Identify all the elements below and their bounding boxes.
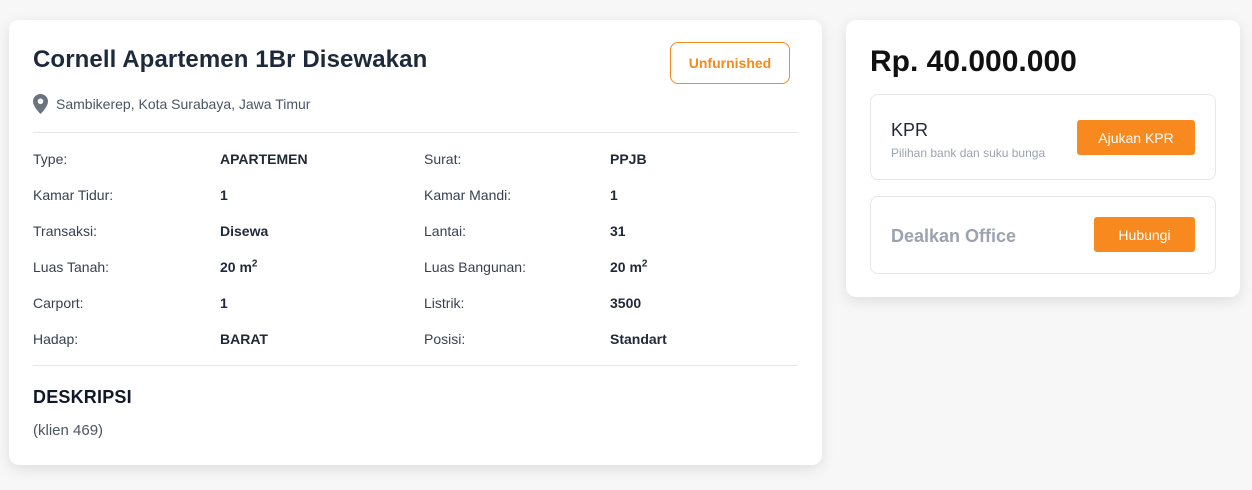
spec-value-text: BARAT — [220, 331, 268, 347]
spec-value-posisi: Standart — [610, 331, 667, 347]
listing-title: Cornell Apartemen 1Br Disewakan — [33, 46, 428, 73]
spec-value-text: Standart — [610, 331, 667, 347]
office-box: Dealkan Office Hubungi — [870, 196, 1216, 274]
spec-value-text: APARTEMEN — [220, 151, 308, 167]
spec-label-luas-tanah: Luas Tanah: — [33, 259, 110, 275]
spec-value-luas-tanah: 20 m2 — [220, 259, 257, 275]
spec-label-luas-bangunan: Luas Bangunan: — [424, 259, 526, 275]
spec-value-hadap: BARAT — [220, 331, 268, 347]
spec-value-text: 20 m — [610, 259, 642, 275]
spec-value-type: APARTEMEN — [220, 151, 308, 167]
spec-label-kamar-tidur: Kamar Tidur: — [33, 187, 114, 203]
spec-value-kamar-mandi: 1 — [610, 187, 618, 203]
kpr-title: KPR — [891, 120, 929, 140]
description-text: (klien 469) — [33, 422, 104, 439]
location: Sambikerep, Kota Surabaya, Jawa Timur — [33, 94, 310, 114]
unit-superscript: 2 — [641, 258, 648, 270]
spec-label-type: Type: — [33, 151, 68, 167]
price: Rp. 40.000.000 — [870, 45, 1077, 78]
spec-value-lantai: 31 — [610, 223, 626, 239]
spec-label-hadap: Hadap: — [33, 331, 79, 347]
unit-superscript: 2 — [251, 258, 258, 270]
listing-detail-card: Cornell Apartemen 1Br Disewakan Unfurnis… — [9, 20, 822, 465]
spec-label-lantai: Lantai: — [424, 223, 467, 239]
spec-value-text: 1 — [220, 295, 228, 311]
spec-label-posisi: Posisi: — [424, 331, 466, 347]
spec-value-text: Disewa — [220, 223, 269, 239]
office-name: Dealkan Office — [891, 226, 1017, 246]
spec-value-carport: 1 — [220, 295, 228, 311]
kpr-box: KPR Pilihan bank dan suku bunga Ajukan K… — [870, 94, 1216, 180]
description-heading: DESKRIPSI — [33, 387, 132, 407]
spec-value-surat: PPJB — [610, 151, 647, 167]
spec-value-text: 31 — [610, 223, 626, 239]
divider — [33, 132, 798, 133]
spec-label-transaksi: Transaksi: — [33, 223, 98, 239]
furnishing-badge[interactable]: Unfurnished — [670, 42, 790, 84]
price-card: Rp. 40.000.000 KPR Pilihan bank dan suku… — [846, 20, 1240, 297]
spec-value-luas-bangunan: 20 m2 — [610, 259, 647, 275]
map-pin-icon — [33, 94, 48, 114]
spec-value-kamar-tidur: 1 — [220, 187, 228, 203]
spec-label-carport: Carport: — [33, 295, 84, 311]
spec-value-text: 3500 — [610, 295, 642, 311]
spec-value-text: 20 m — [220, 259, 252, 275]
location-text: Sambikerep, Kota Surabaya, Jawa Timur — [56, 96, 311, 112]
page: Cornell Apartemen 1Br Disewakan Unfurnis… — [0, 0, 1252, 490]
spec-label-listrik: Listrik: — [424, 295, 465, 311]
spec-value-listrik: 3500 — [610, 295, 641, 311]
hubungi-button[interactable]: Hubungi — [1094, 217, 1195, 252]
ajukan-kpr-button[interactable]: Ajukan KPR — [1077, 120, 1195, 155]
spec-value-transaksi: Disewa — [220, 223, 268, 239]
spec-value-text: PPJB — [610, 151, 647, 167]
divider — [33, 365, 798, 366]
spec-value-text: 1 — [220, 187, 228, 203]
spec-label-surat: Surat: — [424, 151, 462, 167]
spec-value-text: 1 — [610, 187, 618, 203]
kpr-subtitle: Pilihan bank dan suku bunga — [891, 146, 1046, 160]
spec-label-kamar-mandi: Kamar Mandi: — [424, 187, 512, 203]
